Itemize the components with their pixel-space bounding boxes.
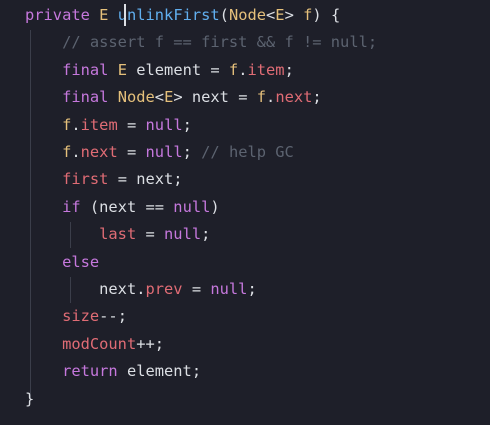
code-line[interactable]: final Node<E> next = f.next; [25, 84, 322, 111]
code-token: = [182, 280, 211, 298]
code-token: element = [126, 60, 229, 79]
code-line[interactable]: private E unlinkFirst(Node<E> f) { [25, 2, 340, 29]
code-token: null [145, 115, 183, 134]
code-token: last [99, 225, 137, 244]
code-token: > next = [173, 88, 257, 107]
code-token: final [62, 60, 109, 79]
code-token: ; [312, 88, 322, 107]
code-token: ) { [312, 6, 341, 24]
code-token: . [71, 143, 81, 161]
code-token: ; [182, 115, 192, 134]
code-token: < [154, 88, 165, 107]
code-token: return [62, 362, 118, 381]
code-token: item [80, 115, 118, 134]
code-token: ++; [136, 334, 165, 353]
code-line[interactable]: final E element = f.item; [25, 57, 294, 84]
code-token: < [266, 6, 276, 24]
code-token: . [71, 115, 81, 134]
code-token: = [136, 225, 165, 244]
code-token: --; [99, 307, 127, 326]
code-line[interactable]: } [25, 386, 34, 413]
code-line[interactable]: f.next = null; // help GC [25, 139, 294, 166]
code-token: f [303, 6, 313, 24]
code-token: null [210, 280, 248, 298]
code-token: f [62, 143, 72, 161]
code-token: ; [182, 143, 202, 161]
code-token: null [173, 197, 211, 216]
code-token: null [145, 143, 183, 161]
code-comment: // help GC [201, 143, 294, 161]
code-token: Node [117, 88, 155, 107]
code-token: if [62, 197, 81, 216]
code-line[interactable]: if (next == null) [25, 194, 220, 221]
code-line[interactable]: modCount++; [25, 331, 164, 358]
code-token: E [275, 6, 285, 24]
code-token: ; [247, 280, 257, 298]
code-token: private [25, 6, 90, 24]
code-token: ; [284, 60, 294, 79]
code-token: size [62, 307, 100, 326]
code-token: ) [210, 197, 220, 216]
code-token: next [275, 88, 313, 107]
code-token: f [228, 60, 239, 79]
code-token: prev [145, 280, 183, 298]
code-line[interactable]: next.prev = null; [25, 276, 257, 303]
code-editor[interactable]: private E unlinkFirst(Node<E> f) { // as… [0, 0, 490, 425]
code-token: Node [228, 6, 267, 24]
code-token: E [117, 60, 127, 79]
code-line[interactable]: first = next; [25, 166, 183, 193]
code-token: element; [117, 362, 202, 381]
code-token: (next == [80, 197, 174, 216]
code-token: = [117, 115, 146, 134]
code-token: } [25, 389, 35, 408]
code-token: null [164, 225, 202, 244]
code-token: E [164, 88, 174, 107]
code-token: item [247, 60, 285, 79]
code-token: modCount [62, 334, 137, 353]
code-token: next. [99, 280, 146, 298]
code-comment: // assert f == first && f != null; [62, 33, 378, 52]
code-line[interactable]: return element; [25, 358, 201, 385]
code-line[interactable]: size--; [25, 303, 127, 330]
code-token: = [117, 143, 146, 161]
code-token: ( [219, 6, 229, 24]
code-token: ; [201, 225, 211, 244]
code-token: else [62, 252, 100, 271]
text-cursor [124, 4, 126, 26]
code-token: first [62, 170, 109, 189]
code-line[interactable]: else [25, 249, 99, 276]
code-token: = next; [108, 170, 183, 189]
code-token: final [62, 88, 109, 107]
code-token: f [62, 115, 72, 134]
code-token: f [256, 88, 267, 107]
code-token: unlinkFirst [117, 6, 220, 24]
code-line[interactable]: last = null; [25, 221, 210, 248]
code-line[interactable]: // assert f == first && f != null; [25, 29, 377, 56]
code-line[interactable]: f.item = null; [25, 112, 192, 139]
code-token: next [80, 143, 118, 161]
code-token: . [266, 88, 276, 107]
code-token: > [284, 6, 304, 24]
